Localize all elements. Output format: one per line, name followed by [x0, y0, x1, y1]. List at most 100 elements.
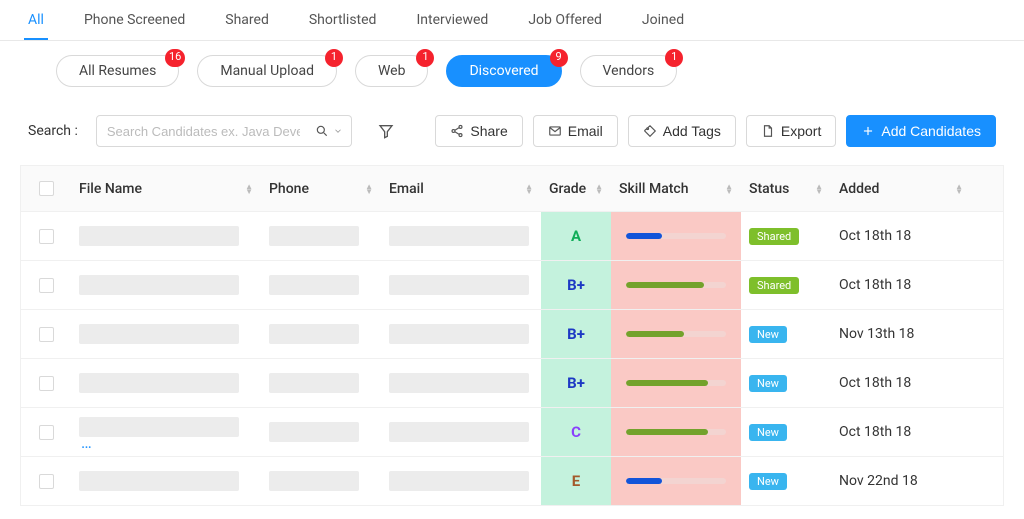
file-name-placeholder: [79, 275, 239, 295]
stage-tab-all[interactable]: All: [24, 0, 48, 40]
col-skill-match[interactable]: Skill Match ▲▼: [611, 181, 741, 197]
status-badge: New: [749, 375, 787, 392]
table-row[interactable]: ENewNov 22nd 18: [21, 457, 1003, 506]
table-row[interactable]: B+SharedOct 18th 18: [21, 261, 1003, 310]
count-badge: 1: [665, 49, 683, 67]
expand-row-icon[interactable]: …: [79, 439, 92, 447]
status-cell: Shared: [741, 277, 831, 294]
search-group: [96, 115, 352, 147]
email-placeholder: [389, 373, 529, 393]
grade-value: B+: [567, 374, 585, 392]
stage-tab-phone-screened[interactable]: Phone Screened: [80, 0, 189, 40]
table-row[interactable]: …CNewOct 18th 18: [21, 408, 1003, 457]
status-badge: New: [749, 424, 787, 441]
sort-icon: ▲▼: [365, 184, 373, 194]
source-pill-vendors[interactable]: Vendors1: [580, 55, 678, 87]
col-file-name[interactable]: File Name ▲▼: [71, 181, 261, 197]
count-badge: 16: [165, 49, 185, 67]
email-placeholder: [389, 226, 529, 246]
col-grade[interactable]: Grade ▲▼: [541, 181, 611, 197]
file-name-placeholder: [79, 417, 239, 437]
email-cell: [381, 422, 541, 442]
phone-cell: [261, 324, 381, 344]
email-placeholder: [389, 324, 529, 344]
col-phone[interactable]: Phone ▲▼: [261, 181, 381, 197]
stage-tab-joined[interactable]: Joined: [638, 0, 688, 40]
count-badge: 9: [550, 49, 568, 67]
col-added[interactable]: Added ▲▼: [831, 181, 971, 197]
search-label: Search :: [28, 123, 78, 139]
grade-value: A: [571, 227, 581, 245]
skill-match-cell: [611, 457, 741, 505]
table-header: File Name ▲▼ Phone ▲▼ Email ▲▼ Grade ▲▼ …: [21, 166, 1003, 212]
search-type-dropdown[interactable]: [307, 115, 352, 147]
stage-tab-shared[interactable]: Shared: [221, 0, 273, 40]
grade-value: E: [572, 472, 580, 490]
skill-progress: [626, 478, 726, 484]
table-row[interactable]: B+NewNov 13th 18: [21, 310, 1003, 359]
stage-tab-job-offered[interactable]: Job Offered: [524, 0, 606, 40]
sort-icon: ▲▼: [525, 184, 533, 194]
source-pill-discovered[interactable]: Discovered9: [446, 55, 561, 87]
phone-placeholder: [269, 324, 359, 344]
file-name-cell: [71, 373, 261, 393]
sort-icon: ▲▼: [595, 184, 603, 194]
file-name-cell: [71, 324, 261, 344]
row-select-cell: [21, 474, 71, 489]
file-name-placeholder: [79, 373, 239, 393]
email-cell: [381, 275, 541, 295]
add-candidates-label: Add Candidates: [881, 123, 981, 139]
row-checkbox[interactable]: [39, 376, 54, 391]
export-icon: [761, 124, 775, 138]
email-placeholder: [389, 422, 529, 442]
skill-progress: [626, 429, 726, 435]
add-candidates-button[interactable]: Add Candidates: [846, 115, 996, 147]
col-email[interactable]: Email ▲▼: [381, 181, 541, 197]
select-all-cell: [21, 181, 71, 196]
search-input[interactable]: [96, 115, 311, 147]
added-cell: Nov 22nd 18: [831, 473, 971, 489]
row-select-cell: [21, 425, 71, 440]
row-checkbox[interactable]: [39, 229, 54, 244]
filter-button[interactable]: [370, 115, 402, 147]
skill-progress: [626, 380, 726, 386]
grade-cell: A: [541, 212, 611, 260]
row-checkbox[interactable]: [39, 425, 54, 440]
select-all-checkbox[interactable]: [39, 181, 54, 196]
phone-placeholder: [269, 373, 359, 393]
add-tags-button[interactable]: Add Tags: [628, 115, 736, 147]
row-checkbox[interactable]: [39, 327, 54, 342]
share-button[interactable]: Share: [435, 115, 522, 147]
added-cell: Oct 18th 18: [831, 375, 971, 391]
status-cell: New: [741, 424, 831, 441]
toolbar: Search : Share Email Add Tags Export: [0, 97, 1024, 159]
row-checkbox[interactable]: [39, 474, 54, 489]
email-cell: [381, 324, 541, 344]
skill-progress: [626, 282, 726, 288]
file-name-placeholder: [79, 471, 239, 491]
source-pill-manual-upload[interactable]: Manual Upload1: [197, 55, 337, 87]
phone-placeholder: [269, 422, 359, 442]
file-name-cell: …: [71, 417, 261, 447]
source-pill-all-resumes[interactable]: All Resumes16: [56, 55, 179, 87]
col-status[interactable]: Status ▲▼: [741, 181, 831, 197]
email-button[interactable]: Email: [533, 115, 618, 147]
row-select-cell: [21, 229, 71, 244]
status-badge: Shared: [749, 228, 799, 245]
table-row[interactable]: ASharedOct 18th 18: [21, 212, 1003, 261]
phone-placeholder: [269, 471, 359, 491]
row-checkbox[interactable]: [39, 278, 54, 293]
stage-tab-interviewed[interactable]: Interviewed: [412, 0, 492, 40]
phone-placeholder: [269, 275, 359, 295]
export-button[interactable]: Export: [746, 115, 836, 147]
source-pill-web[interactable]: Web1: [355, 55, 429, 87]
stage-tabs: All Phone Screened Shared Shortlisted Interv…: [0, 0, 1024, 41]
sort-icon: ▲▼: [815, 184, 823, 194]
sort-icon: ▲▼: [725, 184, 733, 194]
row-select-cell: [21, 327, 71, 342]
share-icon: [450, 124, 464, 138]
share-label: Share: [470, 123, 507, 139]
stage-tab-shortlisted[interactable]: Shortlisted: [305, 0, 381, 40]
table-row[interactable]: B+ New Oct 18th 18: [21, 359, 1003, 408]
email-label: Email: [568, 123, 603, 139]
